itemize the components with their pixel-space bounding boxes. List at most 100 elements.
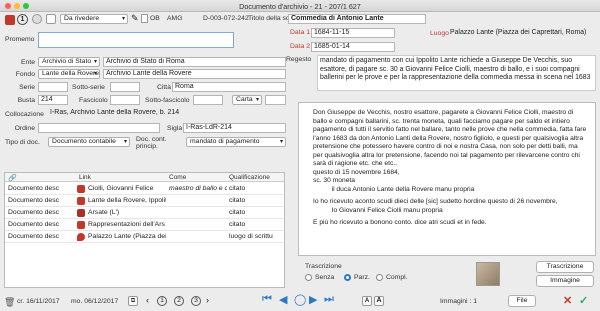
row-type: Documento desc [8, 185, 60, 192]
fascicolo-field[interactable] [110, 95, 140, 105]
transcription-paragraph: Io ho ricevuto aconto scudi dieci delle … [313, 198, 558, 205]
luogo-label: Luogo [430, 30, 449, 37]
serie-field[interactable] [38, 82, 68, 92]
copy-icon[interactable]: ⧉ [128, 296, 138, 306]
fascicolo-label: Fascicolo [79, 97, 108, 104]
confirm-icon[interactable]: ✓ [579, 294, 588, 307]
sigla-label: Sigla [167, 125, 183, 132]
amg-label: AMG [167, 15, 183, 22]
collocazione-field[interactable]: I-Ras, Archivio Lante della Rovere, b. 2… [48, 109, 286, 119]
page-2-button[interactable]: 2 [174, 296, 184, 306]
row-link[interactable]: Lante della Rovere, Ippolit [88, 197, 166, 204]
trascrizione-label: Trascrizione [305, 263, 342, 270]
people-icon [77, 197, 85, 205]
busta-label: Busta [17, 97, 35, 104]
sigla-field[interactable]: I-Ras-LdR-214 [183, 123, 286, 133]
promemo-label: Promemo [5, 36, 35, 43]
table-row[interactable]: Documento desc Arsate (L') citato [5, 207, 284, 219]
trascrizione-button[interactable]: Trascrizione [536, 261, 594, 273]
transcription-box[interactable]: Don Giuseppe de Vecchis, nostro esattore… [298, 102, 596, 256]
links-table: 🔗 Link Come Qualificazione Documento des… [4, 172, 285, 288]
serie-label: Serie [19, 84, 35, 91]
data2-label: Data 2 [290, 43, 311, 50]
promemo-field[interactable] [38, 32, 234, 48]
link-icon: 🔗 [8, 175, 17, 182]
immagine-button[interactable]: Immagine [536, 275, 594, 287]
book-icon [77, 209, 85, 217]
cancel-icon[interactable]: ✕ [563, 294, 572, 307]
fondo-field[interactable]: Archivio Lante della Rovere [103, 69, 286, 79]
document-thumbnail[interactable] [476, 262, 500, 286]
data2-field[interactable]: 1685-01-14 [311, 42, 395, 52]
principale-select[interactable]: mandato di pagamento [186, 137, 286, 147]
immagini-count: Immagini : 1 [440, 298, 478, 305]
busta-field[interactable]: 214 [38, 95, 68, 105]
fondo-select[interactable]: Lante della Rovere [38, 69, 100, 79]
radio-senza-label: Senza [315, 274, 335, 281]
ordine-field[interactable] [38, 123, 160, 133]
carta-select[interactable]: Carta [232, 95, 262, 105]
window-title: Documento d'archivio - 21 - 207/1 627 [239, 2, 361, 11]
page-3-button[interactable]: 3 [191, 296, 201, 306]
record-list-icon[interactable]: ◯ [294, 293, 306, 306]
row-type: Documento desc [8, 209, 60, 216]
sottoserie-label: Sotto-serie [72, 84, 105, 91]
table-row[interactable]: Documento desc Lante della Rovere, Ippol… [5, 195, 284, 207]
fondo-label: Fondo [15, 71, 35, 78]
title-field[interactable]: Commedia di Antonio Lante [288, 14, 426, 24]
first-record-icon[interactable]: ⏮ [262, 293, 272, 306]
sottofascicolo-label: Sotto-fascicolo [145, 97, 190, 104]
ob-checkbox[interactable] [141, 14, 148, 23]
ordine-label: Ordine [14, 125, 35, 132]
font-decrease-icon[interactable]: A [362, 296, 372, 306]
row-link[interactable]: Arsate (L') [88, 209, 166, 216]
file-button[interactable]: File [508, 295, 536, 307]
table-row[interactable]: Documento desc Ciolli, Giovanni Felice m… [5, 183, 284, 195]
radio-compl-label: Compl. [386, 274, 408, 281]
transcription-text: Don Giuseppe de Vecchis, nostro esattore… [313, 109, 589, 228]
carta-field[interactable] [265, 95, 286, 105]
trash-icon[interactable]: 🗑 [4, 297, 15, 308]
sottofascicolo-field[interactable] [193, 95, 223, 105]
status-select[interactable]: Da rivedere [60, 14, 128, 24]
checkbox[interactable] [46, 14, 56, 24]
doc-code: D-003-072-242 [203, 15, 249, 22]
table-row[interactable]: Documento desc Rappresentazioni dell'Ars… [5, 219, 284, 231]
ente-field[interactable]: Archivio di Stato di Roma [103, 57, 286, 67]
row-qual: citato [229, 197, 246, 204]
row-link[interactable]: Rappresentazioni dell'Ars [88, 221, 166, 228]
radio-parz[interactable] [344, 274, 351, 281]
luogo-value[interactable]: Palazzo Lante (Piazza dei Caprettari, Ro… [450, 29, 596, 37]
number-badge[interactable]: 1 [17, 14, 28, 25]
record-icon[interactable] [5, 15, 15, 25]
tipo-select[interactable]: Documento contabile [48, 137, 130, 147]
transcription-paragraph: questo di 15 novembre 1684, [313, 168, 400, 176]
last-record-icon[interactable]: ⏭ [324, 293, 334, 306]
table-row[interactable]: Documento desc Palazzo Lante (Piazza dei… [5, 231, 284, 243]
prev-record-icon[interactable]: ◀ [279, 293, 287, 306]
sottoserie-field[interactable] [110, 82, 140, 92]
ente-select[interactable]: Archivio di Stato [38, 57, 100, 67]
header-qual: Qualificazione [229, 174, 270, 181]
ob-label: OB [150, 15, 160, 22]
radio-compl[interactable] [376, 274, 383, 281]
row-link[interactable]: Ciolli, Giovanni Felice [88, 185, 166, 192]
status-circle-icon[interactable] [32, 14, 42, 24]
transcription-paragraph: Don Giuseppe de Vecchis, nostro esattore… [313, 109, 589, 167]
next-record-icon[interactable]: ▶ [309, 293, 317, 306]
citta-label: Città [157, 84, 171, 91]
radio-senza[interactable] [305, 274, 312, 281]
row-type: Documento desc [8, 197, 60, 204]
citta-field[interactable]: Roma [172, 82, 286, 92]
regesto-text[interactable]: mandato di pagamento con cui Ippolito La… [317, 55, 596, 91]
row-link[interactable]: Palazzo Lante (Piazza dei [88, 233, 166, 240]
prev-page-icon[interactable]: ‹ [146, 295, 149, 305]
page-1-button[interactable]: 1 [157, 296, 167, 306]
theater-icon [77, 221, 85, 229]
row-come: maestro di ballo e co [169, 185, 227, 192]
edit-pencil-icon[interactable]: ✎ [131, 13, 139, 24]
next-page-icon[interactable]: › [206, 295, 209, 305]
data1-field[interactable]: 1684-11-15 [311, 28, 395, 38]
font-increase-icon[interactable]: A [374, 296, 384, 306]
ente-label: Ente [21, 59, 35, 66]
